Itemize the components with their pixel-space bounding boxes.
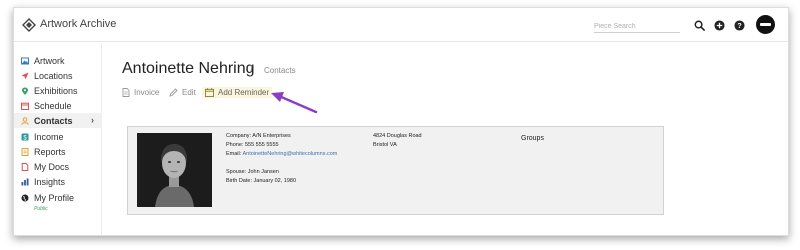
contact-email-link[interactable]: AntoinetteNehring@whitecolumns.com xyxy=(243,151,338,157)
contact-company: Company: A/N Enterprises xyxy=(226,133,291,139)
address-line-2: Bristol VA xyxy=(373,142,397,148)
app-window: Artwork Archive ? Artwork Locations xyxy=(13,7,789,236)
contact-card: Company: A/N Enterprises Phone: 555 555 … xyxy=(127,126,664,215)
contact-email-label: Email: xyxy=(226,151,243,157)
contact-spouse: Spouse: John Jansen xyxy=(226,169,279,175)
groups-heading: Groups xyxy=(521,135,544,142)
contact-address: 4824 Douglas Road Bristol VA xyxy=(373,132,422,150)
portrait-image-icon xyxy=(137,133,212,207)
address-line-1: 4824 Douglas Road xyxy=(373,133,422,139)
contact-birth-date: Birth Date: January 02, 1980 xyxy=(226,178,297,184)
contact-email-row: Email: AntoinetteNehring@whitecolumns.co… xyxy=(226,150,337,159)
contact-photo xyxy=(137,133,212,207)
contact-phone: Phone: 555 555 5555 xyxy=(226,142,279,148)
contact-details: Company: A/N Enterprises Phone: 555 555 … xyxy=(226,132,337,186)
